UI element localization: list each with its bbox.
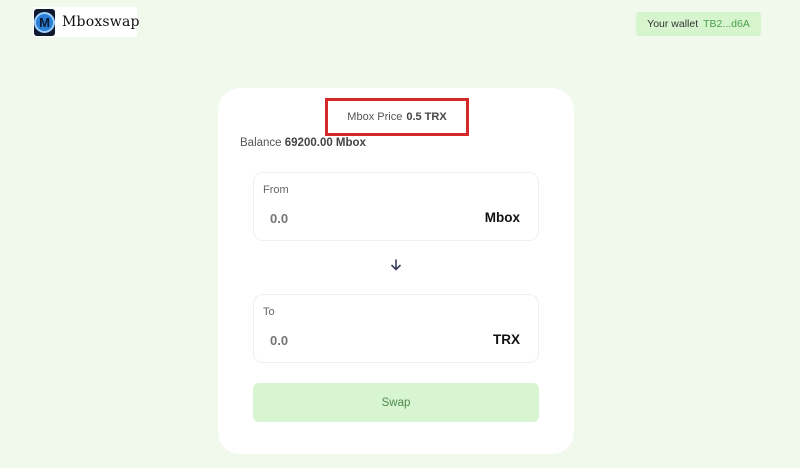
wallet-label: Your wallet	[647, 18, 699, 30]
to-token: TRX	[493, 332, 520, 347]
arrow-down-icon[interactable]	[389, 258, 403, 272]
brand[interactable]: M Mboxswap	[33, 7, 140, 37]
from-label: From	[263, 184, 289, 196]
top-bar: M Mboxswap Your wallet TB2...d6A	[0, 0, 800, 48]
price-label: Mbox Price	[347, 111, 403, 123]
wallet-button[interactable]: Your wallet TB2...d6A	[636, 12, 761, 36]
swap-card: Mbox Price 0.5 TRX Balance 69200.00 Mbox…	[218, 88, 574, 454]
from-field: From Mbox	[253, 172, 539, 241]
balance: Balance 69200.00 Mbox	[240, 137, 366, 149]
to-amount-input[interactable]	[270, 331, 420, 349]
wallet-address: TB2...d6A	[703, 18, 750, 30]
price-value: 0.5 TRX	[406, 111, 447, 123]
balance-value: 69200.00 Mbox	[284, 137, 366, 149]
logo-letter: M	[34, 11, 55, 33]
from-amount-input[interactable]	[270, 209, 420, 227]
price-display: Mbox Price 0.5 TRX	[325, 98, 469, 136]
from-token: Mbox	[484, 210, 520, 225]
mboxswap-logo-icon: M	[34, 8, 55, 36]
to-field: To TRX	[253, 294, 539, 363]
balance-label: Balance	[240, 137, 282, 149]
swap-button[interactable]: Swap	[253, 383, 539, 422]
brand-name: Mboxswap	[62, 14, 140, 30]
to-label: To	[263, 306, 275, 318]
